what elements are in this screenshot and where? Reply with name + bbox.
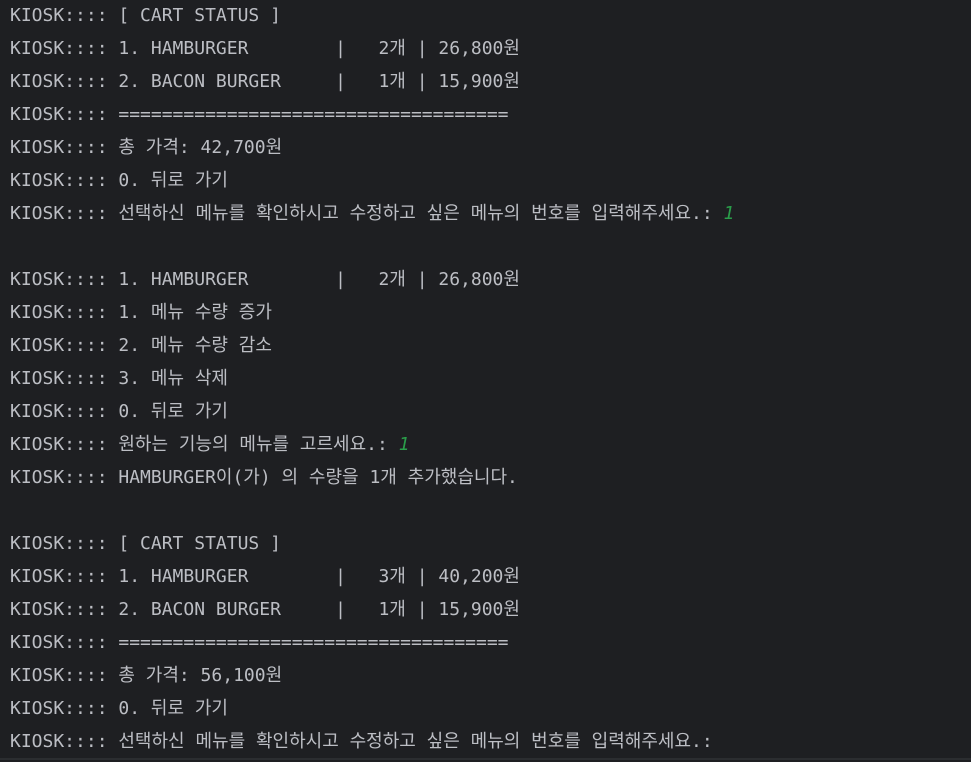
console-text: KIOSK:::: ==============================…: [10, 632, 509, 653]
console-line: KIOSK:::: 0. 뒤로 가기: [10, 399, 971, 432]
console-text: KIOSK:::: 총 가격: 56,100원: [10, 665, 283, 686]
console-line: KIOSK:::: 3. 메뉴 삭제: [10, 366, 971, 399]
console-text: KIOSK:::: 선택하신 메뉴를 확인하시고 수정하고 싶은 메뉴의 번호를…: [10, 203, 724, 224]
console-text: KIOSK:::: 1. HAMBURGER | 2개 | 26,800원: [10, 269, 520, 290]
console-line: KIOSK:::: 원하는 기능의 메뉴를 고르세요.: 1: [10, 432, 971, 465]
console-text: KIOSK:::: 2. BACON BURGER | 1개 | 15,900원: [10, 71, 520, 92]
console-line: KIOSK:::: [ CART STATUS ]: [10, 3, 971, 36]
console-line: KIOSK:::: 1. HAMBURGER | 2개 | 26,800원: [10, 267, 971, 300]
user-input: 1: [723, 203, 735, 224]
console-text: KIOSK:::: [ CART STATUS ]: [10, 5, 281, 26]
console-text: KIOSK:::: 원하는 기능의 메뉴를 고르세요.:: [10, 434, 399, 455]
console-line: KIOSK:::: 1. HAMBURGER | 2개 | 26,800원: [10, 36, 971, 69]
console-line: KIOSK:::: 선택하신 메뉴를 확인하시고 수정하고 싶은 메뉴의 번호를…: [10, 201, 971, 234]
console-text: KIOSK:::: ==============================…: [10, 104, 509, 125]
console-text: KIOSK:::: 3. 메뉴 삭제: [10, 368, 228, 389]
user-input: 1: [398, 434, 410, 455]
console-text: KIOSK:::: [ CART STATUS ]: [10, 533, 281, 554]
console-text: KIOSK:::: HAMBURGER이(가) 의 수량을 1개 추가했습니다.: [10, 467, 518, 488]
console-line: KIOSK:::: 총 가격: 56,100원: [10, 663, 971, 696]
console-output[interactable]: KIOSK:::: [ CART STATUS ] KIOSK:::: 1. H…: [0, 0, 971, 760]
console-line: KIOSK:::: 2. BACON BURGER | 1개 | 15,900원: [10, 69, 971, 102]
console-line: KIOSK:::: ==============================…: [10, 630, 971, 663]
console-text: KIOSK:::: 2. 메뉴 수량 감소: [10, 335, 272, 356]
console-line: KIOSK:::: ==============================…: [10, 102, 971, 135]
console-text: KIOSK:::: 1. 메뉴 수량 증가: [10, 302, 272, 323]
console-text: KIOSK:::: 선택하신 메뉴를 확인하시고 수정하고 싶은 메뉴의 번호를…: [10, 731, 724, 752]
console-line: KIOSK:::: 1. 메뉴 수량 증가: [10, 300, 971, 333]
console-line: KIOSK:::: 2. BACON BURGER | 1개 | 15,900원: [10, 597, 971, 630]
console-text: KIOSK:::: 총 가격: 42,700원: [10, 137, 283, 158]
console-line: KIOSK:::: 0. 뒤로 가기: [10, 168, 971, 201]
console-line: KIOSK:::: HAMBURGER이(가) 의 수량을 1개 추가했습니다.: [10, 465, 971, 498]
console-text: KIOSK:::: 0. 뒤로 가기: [10, 401, 228, 422]
console-line: KIOSK:::: 0. 뒤로 가기: [10, 696, 971, 729]
console-text: KIOSK:::: 1. HAMBURGER | 3개 | 40,200원: [10, 566, 520, 587]
console-line: KIOSK:::: [ CART STATUS ]: [10, 531, 971, 564]
console-text: KIOSK:::: 2. BACON BURGER | 1개 | 15,900원: [10, 599, 520, 620]
console-text: KIOSK:::: 0. 뒤로 가기: [10, 170, 228, 191]
console-text: KIOSK:::: 1. HAMBURGER | 2개 | 26,800원: [10, 38, 520, 59]
console-text: KIOSK:::: 0. 뒤로 가기: [10, 698, 228, 719]
console-line: KIOSK:::: 2. 메뉴 수량 감소: [10, 333, 971, 366]
console-line: KIOSK:::: 1. HAMBURGER | 3개 | 40,200원: [10, 564, 971, 597]
console-line: KIOSK:::: 총 가격: 42,700원: [10, 135, 971, 168]
